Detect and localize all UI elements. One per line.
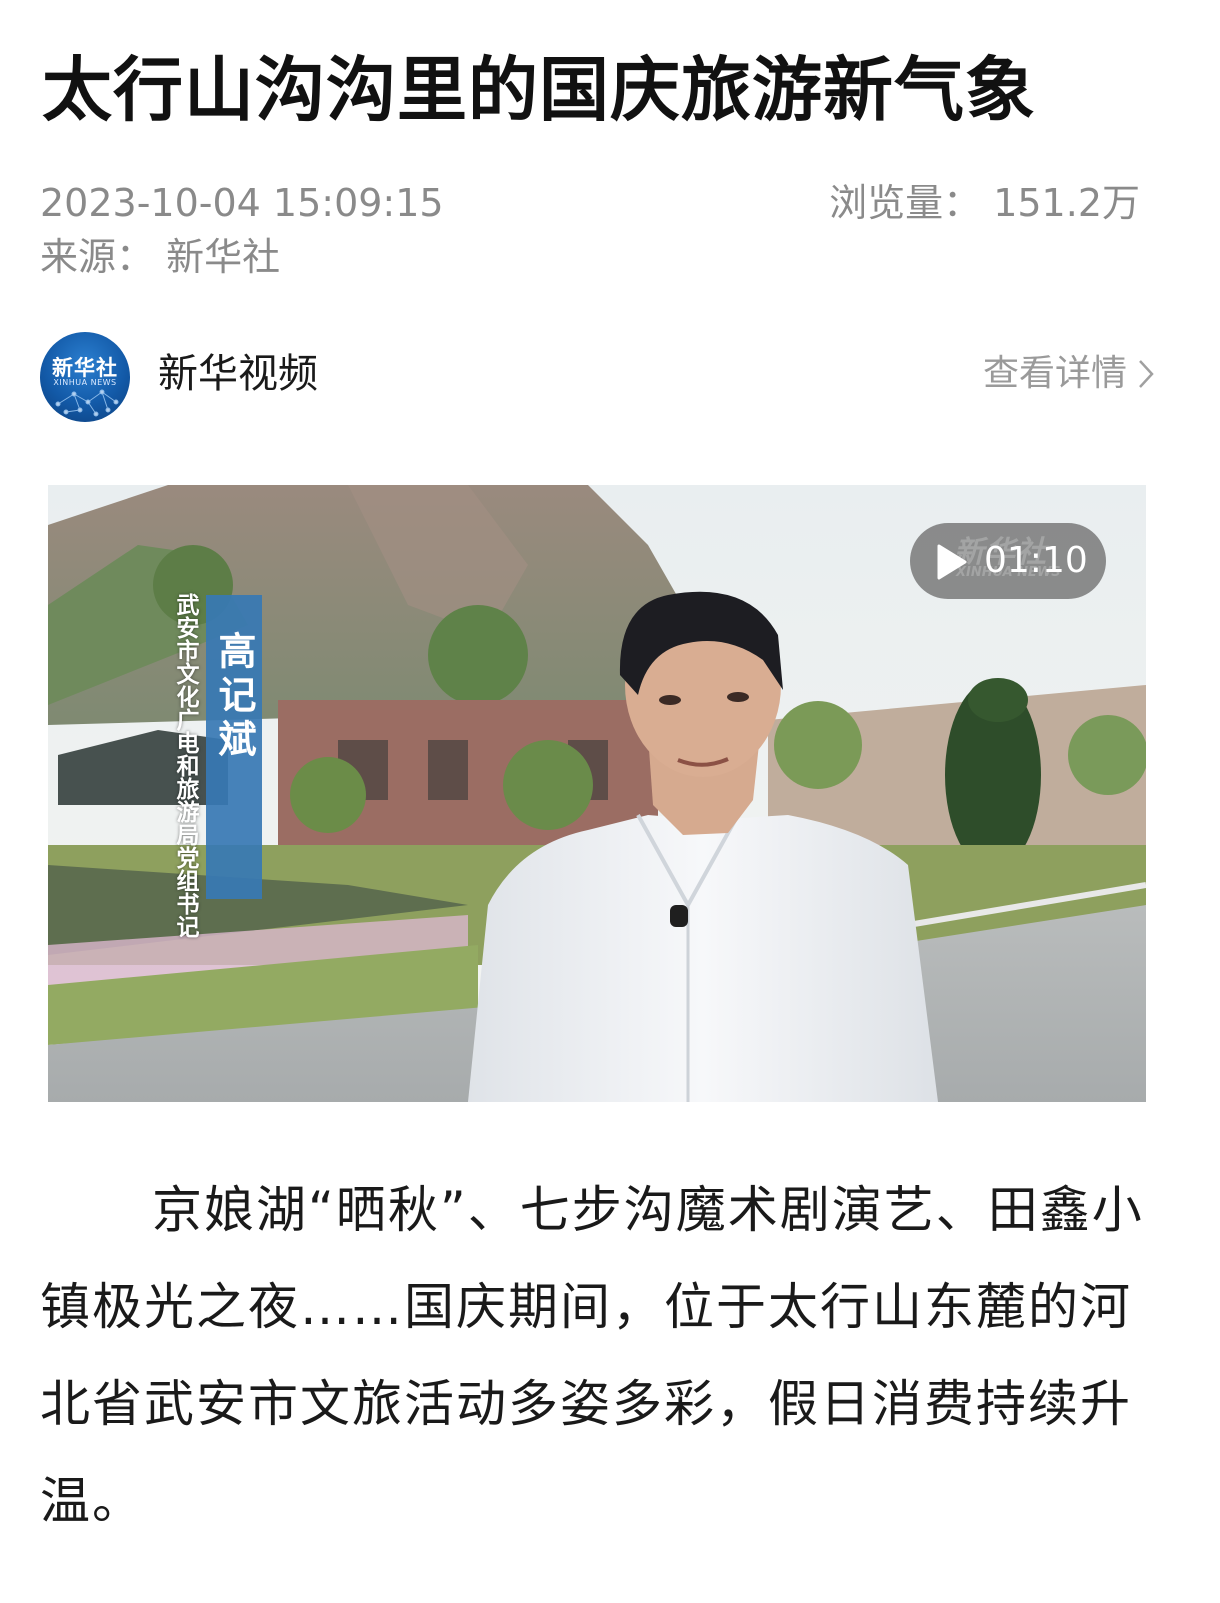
article-source: 来源： 新华社 bbox=[40, 232, 280, 282]
channel-avatar[interactable]: 新华社 XINHUA NEWS bbox=[40, 332, 130, 422]
article-meta: 2023-10-04 15:09:15 浏览量： 151.2万 bbox=[40, 178, 1140, 228]
speaker-name: 高记斌 bbox=[212, 631, 256, 763]
chevron-right-icon bbox=[1139, 360, 1154, 388]
video-player[interactable]: 武安市文化广电和旅游局党组书记 高记斌 新华社 XINHUA NEWS 01:1… bbox=[48, 485, 1146, 1102]
speaker-name-tag: 高记斌 bbox=[206, 595, 262, 899]
channel-row[interactable]: 新华社 XINHUA NEWS 新华视频 查看详情 bbox=[40, 330, 1155, 426]
view-details-label: 查看详情 bbox=[982, 353, 1127, 394]
source-label: 来源： bbox=[40, 235, 155, 279]
video-duration: 01:10 bbox=[984, 540, 1088, 581]
article-paragraph: 京娘湖“晒秋”、七步沟魔术剧演艺、田鑫小镇极光之夜……国庆期间，位于太行山东麓的… bbox=[40, 1181, 1144, 1530]
article-title: 太行山沟沟里的国庆旅游新气象 bbox=[42, 49, 1036, 131]
article-page: 太行山沟沟里的国庆旅游新气象 2023-10-04 15:09:15 浏览量： … bbox=[0, 0, 1220, 1603]
channel-name[interactable]: 新华视频 bbox=[158, 344, 318, 404]
duration-badge[interactable]: 新华社 XINHUA NEWS 01:10 bbox=[910, 523, 1106, 599]
view-count-label: 浏览量： bbox=[829, 181, 982, 225]
view-count-value: 151.2万 bbox=[993, 181, 1140, 225]
publish-timestamp: 2023-10-04 15:09:15 bbox=[40, 181, 444, 225]
play-icon[interactable] bbox=[934, 543, 968, 581]
source-value: 新华社 bbox=[166, 235, 281, 279]
speaker-title-caption: 武安市文化广电和旅游局党组书记 bbox=[172, 593, 198, 938]
article-body: 京娘湖“晒秋”、七步沟魔术剧演艺、田鑫小镇极光之夜……国庆期间，位于太行山东麓的… bbox=[40, 1162, 1180, 1550]
view-count: 浏览量： 151.2万 bbox=[829, 178, 1140, 228]
avatar-logo-subtext: XINHUA NEWS bbox=[53, 378, 117, 387]
view-details-link[interactable]: 查看详情 bbox=[983, 346, 1155, 402]
